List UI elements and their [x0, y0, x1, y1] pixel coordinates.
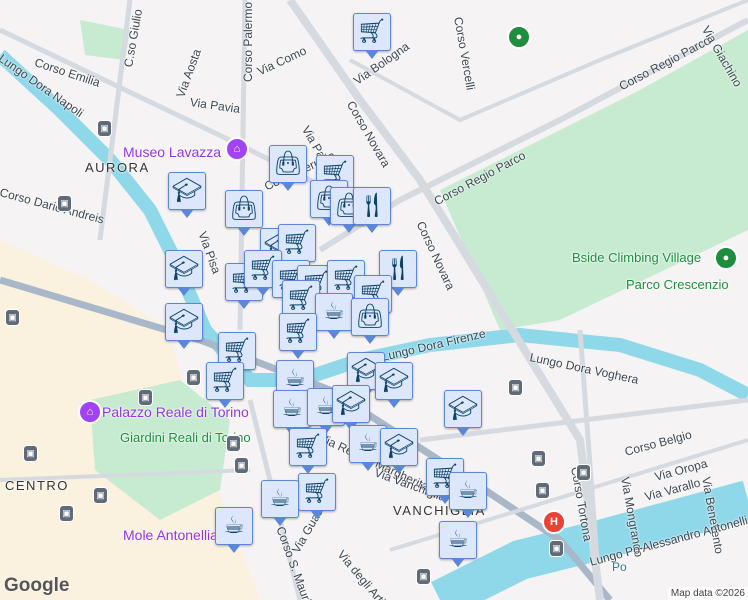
coffee-marker-icon[interactable]: ☕︎	[273, 390, 311, 436]
tram-stop-icon[interactable]: ▣	[97, 120, 112, 137]
bag-marker-icon[interactable]: 👜︎	[269, 145, 307, 191]
tram-stop-icon[interactable]: ▣	[186, 369, 201, 386]
tram-stop-icon[interactable]: ▣	[226, 435, 241, 452]
grad-marker-icon[interactable]: 🎓︎	[332, 385, 370, 431]
coffee-marker-icon[interactable]: ☕︎	[215, 507, 253, 553]
tram-stop-icon[interactable]: ▣	[531, 450, 546, 467]
google-logo: Google	[4, 575, 70, 596]
grad-marker-icon[interactable]: 🎓︎	[375, 362, 413, 408]
cart-marker-icon[interactable]: 🛒︎	[289, 428, 327, 474]
cart-marker-icon[interactable]: 🛒︎	[278, 224, 316, 270]
street-label: Corso Palermo	[241, 1, 255, 82]
tram-stop-icon[interactable]: ▣	[138, 389, 153, 406]
grad-marker-icon[interactable]: 🎓︎	[165, 303, 203, 349]
tram-stop-icon[interactable]: ▣	[57, 195, 72, 212]
tram-stop-icon[interactable]: ▣	[549, 540, 564, 557]
tram-stop-icon[interactable]: ▣	[234, 457, 249, 474]
tram-stop-icon[interactable]: ▣	[576, 464, 591, 481]
bag-marker-icon[interactable]: 👜︎	[351, 298, 389, 344]
poi-label: Bside Climbing Village	[572, 250, 702, 265]
coffee-marker-icon[interactable]: ☕︎	[439, 521, 477, 567]
climbing-pin-icon[interactable]: ●	[714, 246, 738, 270]
bag-marker-icon[interactable]: 👜︎	[225, 190, 263, 236]
grad-marker-icon[interactable]: 🎓︎	[444, 390, 482, 436]
map[interactable]: Corso Emilia C.so Giulio Corso Palermo Via …	[0, 0, 748, 600]
tram-stop-icon[interactable]: ▣	[535, 482, 550, 499]
tram-stop-icon[interactable]: ▣	[59, 505, 74, 522]
museum-icon[interactable]: ⌂	[78, 400, 102, 424]
hospital-icon[interactable]: H	[542, 510, 566, 534]
cart-marker-icon[interactable]: 🛒︎	[279, 313, 317, 359]
tram-stop-icon[interactable]: ▣	[5, 309, 20, 326]
cart-marker-icon[interactable]: 🛒︎	[353, 13, 391, 59]
grad-marker-icon[interactable]: 🎓︎	[168, 172, 206, 218]
area-label: CENTRO	[5, 478, 69, 493]
tram-stop-icon[interactable]: ▣	[508, 379, 523, 396]
coffee-marker-icon[interactable]: ☕︎	[261, 480, 299, 526]
fork-marker-icon[interactable]: 🍴︎	[353, 187, 391, 233]
map-attribution[interactable]: Map data ©2026	[667, 587, 748, 600]
cart-marker-icon[interactable]: 🛒︎	[298, 473, 336, 519]
tram-stop-icon[interactable]: ▣	[416, 568, 431, 585]
cart-marker-icon[interactable]: 🛒︎	[206, 362, 244, 408]
river-label: Po	[612, 560, 627, 574]
museum-icon[interactable]: ⌂	[225, 137, 249, 161]
poi-label: Museo Lavazza	[123, 144, 222, 160]
tram-stop-icon[interactable]: ▣	[23, 445, 38, 462]
coffee-marker-icon[interactable]: ☕︎	[315, 293, 353, 339]
grad-marker-icon[interactable]: 🎓︎	[380, 428, 418, 474]
coffee-marker-icon[interactable]: ☕︎	[449, 472, 487, 518]
park-label: Parco Crescenzio	[626, 277, 729, 292]
area-label: AURORA	[85, 160, 150, 175]
grad-marker-icon[interactable]: 🎓︎	[165, 250, 203, 296]
tram-stop-icon[interactable]: ▣	[93, 487, 108, 504]
park-pin-icon[interactable]: ●	[507, 25, 531, 49]
